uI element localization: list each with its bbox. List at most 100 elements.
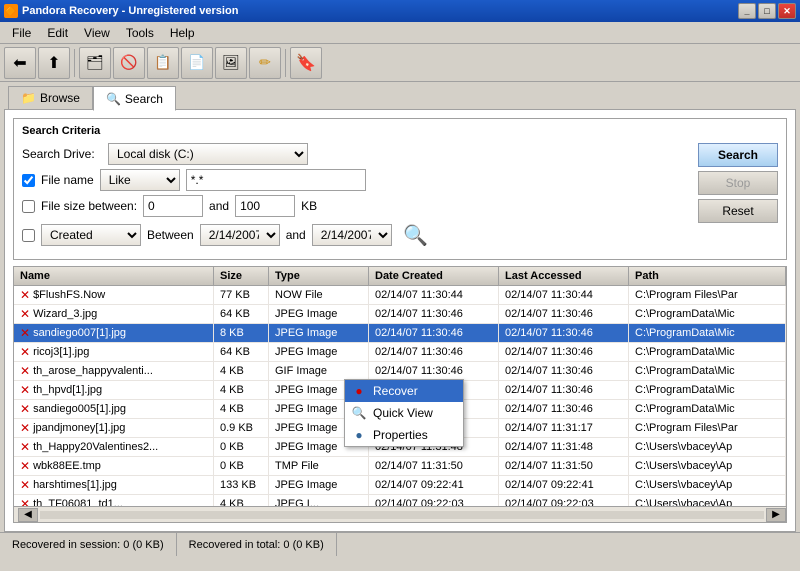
table-row[interactable]: ✕ wbk88EE.tmp 0 KB TMP File 02/14/07 11:… — [14, 457, 786, 476]
between-label: Between — [147, 228, 194, 242]
cell-date-created: 02/14/07 11:31:50 — [369, 457, 499, 475]
app-icon: 🔶 — [4, 4, 18, 18]
cell-path: C:\ProgramData\Mic — [629, 324, 786, 342]
tab-search[interactable]: 🔍 Search — [93, 86, 176, 111]
menu-edit[interactable]: Edit — [39, 24, 76, 42]
table-header: Name Size Type Date Created Last Accesse… — [14, 267, 786, 286]
cell-name: $FlushFS.Now — [33, 289, 105, 301]
reset-button[interactable]: Reset — [698, 199, 778, 223]
cell-type: TMP File — [269, 457, 369, 475]
size-max-input[interactable] — [235, 195, 295, 217]
back-button[interactable]: ⬅ — [4, 47, 36, 79]
like-select[interactable]: Like — [100, 169, 180, 191]
search-button[interactable]: Search — [698, 143, 778, 167]
cell-size: 8 KB — [214, 324, 269, 342]
edit-button[interactable]: ✏ — [249, 47, 281, 79]
context-menu-quickview[interactable]: 🔍 Quick View — [345, 402, 463, 424]
cell-path: C:\Users\vbacey\Ap — [629, 495, 786, 506]
cell-path: C:\ProgramData\Mic — [629, 381, 786, 399]
cell-size: 77 KB — [214, 286, 269, 304]
size-min-input[interactable] — [143, 195, 203, 217]
menu-file[interactable]: File — [4, 24, 39, 42]
cell-path: C:\Program Files\Par — [629, 286, 786, 304]
minimize-button[interactable]: _ — [738, 3, 756, 19]
stop-button[interactable]: 🚫 — [113, 47, 145, 79]
search-tab-icon: 🔍 — [106, 92, 121, 106]
close-button[interactable]: ✕ — [778, 3, 796, 19]
pattern-input[interactable] — [186, 169, 366, 191]
menu-bar: File Edit View Tools Help — [0, 22, 800, 44]
cell-name: ricoj3[1].jpg — [33, 346, 89, 358]
cell-last-accessed: 02/14/07 09:22:03 — [499, 495, 629, 506]
criteria-title: Search Criteria — [22, 125, 778, 137]
table-row[interactable]: ✕ ricoj3[1].jpg 64 KB JPEG Image 02/14/0… — [14, 343, 786, 362]
toolbar-separator-1 — [74, 49, 75, 77]
paste-button[interactable]: 📄 — [181, 47, 213, 79]
date1-select[interactable]: 2/14/2007 — [200, 224, 280, 246]
file-icon: ✕ — [20, 402, 30, 416]
drive-select[interactable]: Local disk (C:) — [108, 143, 308, 165]
cell-path: C:\Program Files\Par — [629, 419, 786, 437]
col-type[interactable]: Type — [269, 267, 369, 285]
status-total: Recovered in total: 0 (0 KB) — [177, 533, 337, 556]
cell-date-created: 02/14/07 11:30:46 — [369, 362, 499, 380]
cell-size: 64 KB — [214, 343, 269, 361]
filesize-label: File size between: — [41, 199, 137, 213]
filesize-checkbox[interactable] — [22, 200, 35, 213]
created-select[interactable]: Created — [41, 224, 141, 246]
stop-button-search[interactable]: Stop — [698, 171, 778, 195]
menu-tools[interactable]: Tools — [118, 24, 162, 42]
cell-path: C:\ProgramData\Mic — [629, 305, 786, 323]
date2-select[interactable]: 2/14/2007 — [312, 224, 392, 246]
table-row[interactable]: ✕ $FlushFS.Now 77 KB NOW File 02/14/07 1… — [14, 286, 786, 305]
cell-path: C:\ProgramData\Mic — [629, 400, 786, 418]
up-button[interactable]: ⬆ — [38, 47, 70, 79]
cell-name: th_TF06081_td1... — [33, 498, 123, 506]
col-last-accessed[interactable]: Last Accessed — [499, 267, 629, 285]
scroll-left[interactable]: ◀ — [18, 508, 38, 522]
filename-checkbox[interactable] — [22, 174, 35, 187]
search-criteria-box: Search Criteria Search Drive: Local disk… — [13, 118, 787, 260]
drive-label: Search Drive: — [22, 147, 102, 161]
cell-last-accessed: 02/14/07 11:31:48 — [499, 438, 629, 456]
tab-browse[interactable]: 📁 Browse — [8, 86, 93, 109]
context-menu-recover[interactable]: ● Recover — [345, 380, 463, 402]
open-button[interactable]: 🗂 — [79, 47, 111, 79]
scroll-right[interactable]: ▶ — [766, 508, 786, 522]
title-bar: 🔶 Pandora Recovery - Unregistered versio… — [0, 0, 800, 22]
cell-type: NOW File — [269, 286, 369, 304]
cell-size: 0 KB — [214, 438, 269, 456]
col-name[interactable]: Name — [14, 267, 214, 285]
col-path[interactable]: Path — [629, 267, 786, 285]
size-unit: KB — [301, 199, 317, 213]
file-icon: ✕ — [20, 440, 30, 454]
table-row[interactable]: ✕ sandiego007[1].jpg 8 KB JPEG Image 02/… — [14, 324, 786, 343]
table-row[interactable]: ✕ th_TF06081_td1... 4 KB JPEG I... 02/14… — [14, 495, 786, 506]
cell-last-accessed: 02/14/07 11:31:17 — [499, 419, 629, 437]
quickview-icon: 🔍 — [351, 406, 367, 420]
maximize-button[interactable]: □ — [758, 3, 776, 19]
table-row[interactable]: ✕ harshtimes[1].jpg 133 KB JPEG Image 02… — [14, 476, 786, 495]
created-checkbox[interactable] — [22, 229, 35, 242]
cell-size: 4 KB — [214, 495, 269, 506]
context-menu-properties[interactable]: ● Properties — [345, 424, 463, 446]
context-properties-label: Properties — [373, 428, 428, 442]
cell-type: JPEG Image — [269, 476, 369, 494]
col-size[interactable]: Size — [214, 267, 269, 285]
file-icon: ✕ — [20, 383, 30, 397]
cell-size: 0 KB — [214, 457, 269, 475]
image-button[interactable]: 🖼 — [215, 47, 247, 79]
table-row[interactable]: ✕ Wizard_3.jpg 64 KB JPEG Image 02/14/07… — [14, 305, 786, 324]
cell-size: 0.9 KB — [214, 419, 269, 437]
col-date-created[interactable]: Date Created — [369, 267, 499, 285]
cell-last-accessed: 02/14/07 11:30:46 — [499, 343, 629, 361]
cell-date-created: 02/14/07 11:30:46 — [369, 324, 499, 342]
cell-date-created: 02/14/07 09:22:03 — [369, 495, 499, 506]
menu-view[interactable]: View — [76, 24, 118, 42]
copy-button[interactable]: 📋 — [147, 47, 179, 79]
cell-name: th_hpvd[1].jpg — [33, 384, 102, 396]
menu-help[interactable]: Help — [162, 24, 203, 42]
cell-date-created: 02/14/07 09:22:41 — [369, 476, 499, 494]
toolbar-separator-2 — [285, 49, 286, 77]
bookmark-button[interactable]: 🔖 — [290, 47, 322, 79]
